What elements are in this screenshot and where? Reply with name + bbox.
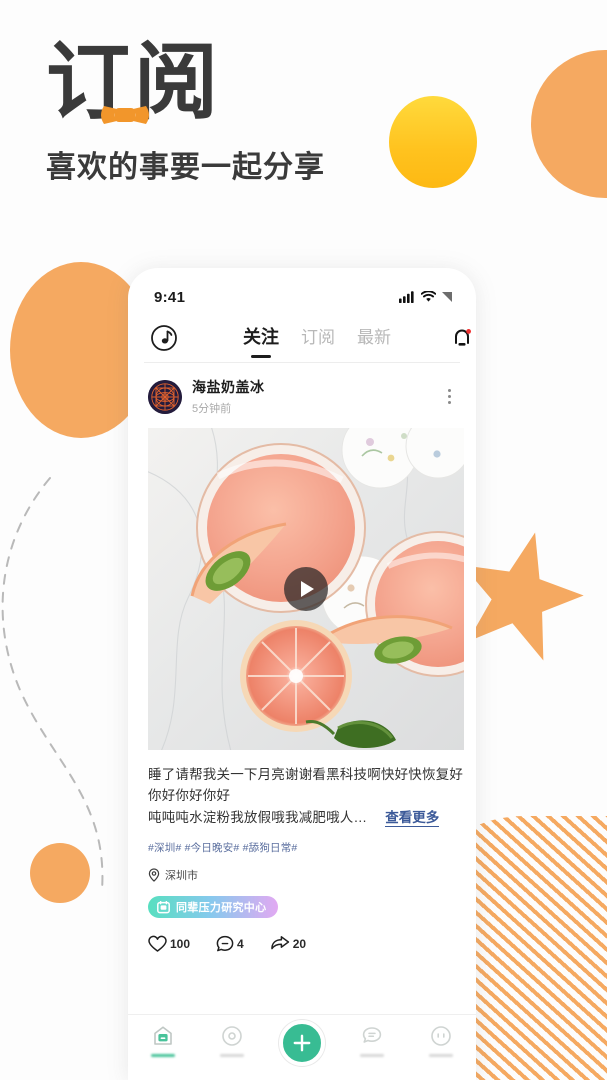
post-media[interactable] (148, 428, 464, 750)
share-button[interactable]: 20 (270, 935, 306, 953)
heart-icon (148, 935, 167, 952)
yellow-circle-decoration (389, 96, 477, 188)
circle-icon (222, 1026, 243, 1046)
music-note-circle-icon[interactable] (150, 324, 178, 352)
bowtie-icon (101, 106, 149, 124)
more-vertical-icon[interactable] (440, 389, 458, 404)
page-subtitle: 喜欢的事要一起分享 (46, 151, 325, 185)
post-text-line-2: 你好你好你好 (148, 788, 231, 803)
status-bar: 9:41 (128, 268, 476, 314)
bottom-nav-home[interactable] (135, 1024, 191, 1057)
wifi-icon (421, 291, 436, 302)
bell-icon[interactable] (450, 325, 474, 351)
comment-button[interactable]: 4 (216, 935, 244, 953)
headline-block: 订阅 喜欢的事要一起分享 (46, 36, 386, 186)
bottom-navigation (128, 1014, 476, 1080)
promo-screenshot: 订阅 喜欢的事要一起分享 9:41 关注 订阅 最新 海盐奶盖冰 5分钟前 睡了… (0, 0, 607, 1080)
tab-latest[interactable]: 最新 (357, 323, 391, 352)
bottom-nav-create[interactable] (274, 1020, 330, 1066)
post-timestamp: 5分钟前 (192, 403, 232, 415)
location-pin-icon (148, 868, 160, 882)
see-more-link[interactable]: 查看更多 (385, 806, 440, 827)
comment-icon (216, 935, 234, 951)
bottom-nav-home-label (150, 1054, 175, 1057)
like-button[interactable]: 100 (148, 935, 190, 953)
calendar-card-icon (157, 900, 170, 913)
post-text-line-3: 吨吨吨水淀粉我放假哦我减肥哦人… (148, 810, 368, 825)
post-location-label: 深圳市 (165, 870, 198, 882)
post-actions: 100 4 20 (128, 919, 476, 967)
bottom-nav-messages-label (359, 1054, 384, 1057)
post-username[interactable]: 海盐奶盖冰 (192, 377, 440, 397)
share-count: 20 (292, 936, 307, 951)
post-badge-row: 同辈压力研究中心 (128, 883, 476, 919)
post-text-line-1: 睡了请帮我关一下月亮谢谢看黑科技啊快好快恢复好 (148, 767, 464, 782)
bottom-nav-profile-label (429, 1054, 454, 1057)
post-text: 睡了请帮我关一下月亮谢谢看黑科技啊快好快恢复好 你好你好你好 吨吨吨水淀粉我放假… (128, 750, 476, 828)
dashed-curve-decoration (1, 477, 104, 891)
like-count: 100 (170, 936, 191, 951)
profile-icon (431, 1026, 451, 1046)
share-icon (270, 935, 289, 949)
post-text-line-3-row: 吨吨吨水淀粉我放假哦我减肥哦人… 查看更多 (148, 806, 472, 828)
tab-subscribe[interactable]: 订阅 (301, 323, 335, 352)
status-badge-label: 同辈压力研究中心 (176, 902, 267, 914)
status-icons (399, 291, 454, 303)
top-navigation: 关注 订阅 最新 (128, 314, 476, 362)
message-icon (362, 1027, 381, 1043)
signal-icon (399, 291, 414, 303)
post-header: 海盐奶盖冰 5分钟前 (128, 363, 476, 428)
post-location[interactable]: 深圳市 (128, 855, 476, 883)
play-icon[interactable] (284, 567, 328, 611)
bottom-nav-discover[interactable] (204, 1024, 260, 1057)
bottom-nav-discover-label (220, 1054, 245, 1057)
phone-mockup: 9:41 关注 订阅 最新 海盐奶盖冰 5分钟前 睡了请帮我关一下月亮谢谢看黑科… (128, 268, 476, 1080)
post-hashtags[interactable]: #深圳# #今日晚安# #舔狗日常# (128, 828, 476, 855)
bottom-nav-messages[interactable] (344, 1024, 400, 1057)
orange-circle-right-decoration (531, 50, 607, 198)
page-title: 订阅 (46, 35, 223, 129)
battery-icon (442, 292, 452, 302)
status-badge[interactable]: 同辈压力研究中心 (148, 896, 279, 918)
home-icon (153, 1026, 172, 1045)
status-time: 9:41 (154, 288, 186, 306)
tab-follow[interactable]: 关注 (243, 323, 279, 353)
create-post-fab[interactable] (278, 1020, 325, 1066)
plus-icon (293, 1034, 311, 1052)
comment-count: 4 (237, 936, 244, 951)
post-user-block: 海盐奶盖冰 5分钟前 (192, 377, 440, 416)
geometric-mandala-avatar-icon (148, 379, 182, 414)
avatar[interactable] (148, 379, 182, 414)
bottom-nav-profile[interactable] (413, 1024, 469, 1057)
nav-tabs: 关注 订阅 最新 (184, 323, 450, 353)
